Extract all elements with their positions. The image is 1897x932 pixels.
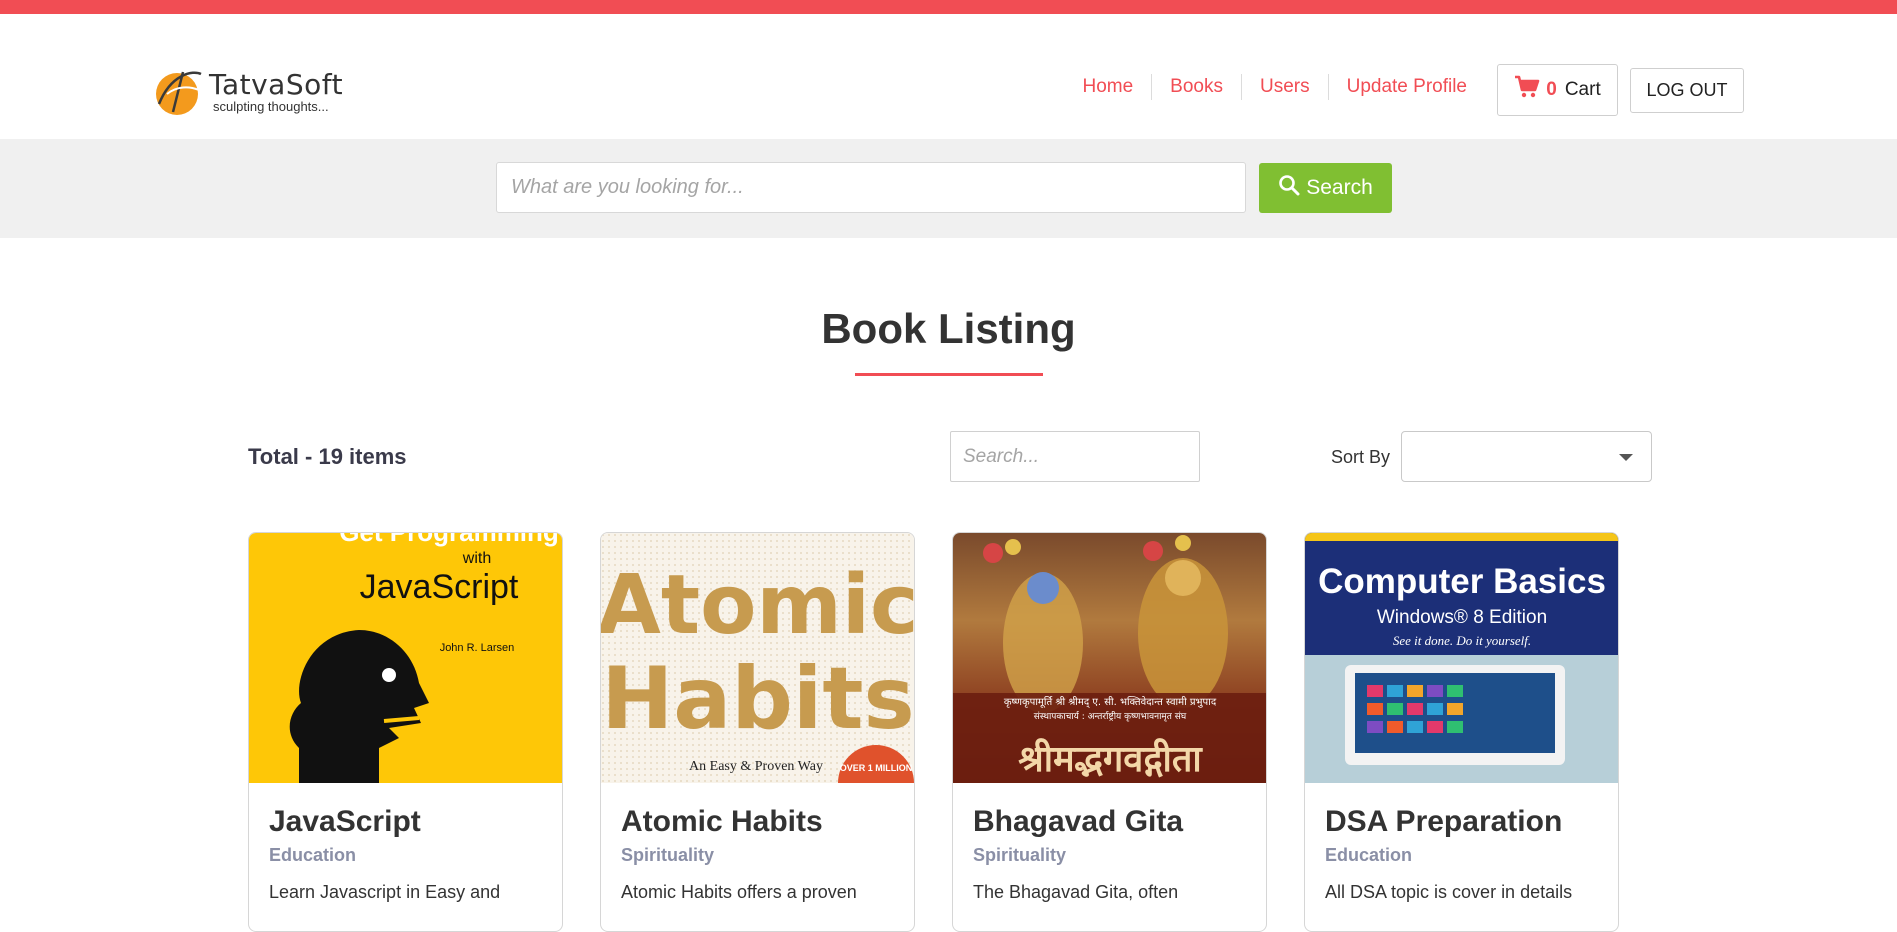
book-cover-image: कृष्णकृपामूर्ति श्री श्रीमद् ए. सी. भक्त… <box>953 533 1266 783</box>
book-title: JavaScript <box>269 805 421 838</box>
global-search-input[interactable] <box>496 162 1246 213</box>
book-description: All DSA topic is cover in details <box>1325 882 1573 902</box>
book-category: Spirituality <box>621 845 715 865</box>
search-band: Search <box>0 139 1897 238</box>
nav-home-link[interactable]: Home <box>1064 74 1151 100</box>
brand-tagline: sculpting thoughts... <box>213 99 329 114</box>
brand-name: TatvaSoft <box>209 68 344 101</box>
cart-label: Cart <box>1564 79 1601 100</box>
book-title: Atomic Habits <box>621 805 823 838</box>
cart-button[interactable]: 0 Cart <box>1497 64 1618 116</box>
top-accent-bar <box>0 0 1897 14</box>
book-cover-image: Get Programming with JavaScript John R. … <box>249 533 562 783</box>
sort-by-select[interactable] <box>1401 431 1652 482</box>
cover-text: JavaScript <box>360 568 519 606</box>
book-card[interactable]: कृष्णकृपामूर्ति श्री श्रीमद् ए. सी. भक्त… <box>952 532 1267 932</box>
listing-search-input[interactable] <box>950 431 1200 482</box>
book-card[interactable]: Atomic Habits An Easy & Proven Way OVER … <box>600 532 915 932</box>
book-card[interactable]: Computer Basics Windows® 8 Edition See i… <box>1304 532 1619 932</box>
tatvasoft-logo-icon <box>153 64 207 118</box>
cover-text: John R. Larsen <box>440 642 515 654</box>
book-category: Education <box>1325 845 1413 865</box>
book-description: The Bhagavad Gita, often <box>973 882 1179 902</box>
search-button-label: Search <box>1306 176 1373 199</box>
search-button[interactable]: Search <box>1259 163 1392 213</box>
cover-text: Get Programming <box>339 533 559 547</box>
book-description: Atomic Habits offers a proven <box>621 882 857 902</box>
book-description: Learn Javascript in Easy and <box>269 882 501 902</box>
cover-text: श्रीमद्भगवद्गीता <box>1018 738 1203 780</box>
cover-text: An Easy & Proven Way <box>689 759 823 774</box>
book-cover-image: Atomic Habits An Easy & Proven Way OVER … <box>601 533 914 783</box>
sort-by-label: Sort By <box>1331 447 1391 467</box>
brand-logo[interactable]: TatvaSoft sculpting thoughts... <box>153 64 343 118</box>
nav-users-link[interactable]: Users <box>1240 74 1328 100</box>
book-category: Education <box>269 845 357 865</box>
book-card-grid: Get Programming with JavaScript John R. … <box>248 532 1619 932</box>
site-header: TatvaSoft sculpting thoughts... Home Boo… <box>0 14 1897 139</box>
cover-badge: OVER 1 MILLION <box>840 763 913 773</box>
listing-toolbar: Total - 19 items Sort By <box>248 430 1652 482</box>
cover-text: कृष्णकृपामूर्ति श्री श्रीमद् ए. सी. भक्त… <box>1004 696 1217 708</box>
cover-text: Windows® 8 Edition <box>1377 607 1547 628</box>
cover-text: संस्थापकाचार्य : अन्तर्राष्ट्रीय कृष्णभा… <box>1034 710 1187 722</box>
book-category: Spirituality <box>973 845 1067 865</box>
search-icon <box>1278 174 1306 202</box>
book-cover-image: Computer Basics Windows® 8 Edition See i… <box>1305 533 1618 783</box>
book-title: Bhagavad Gita <box>973 805 1184 838</box>
cover-text: See it done. Do it yourself. <box>1393 633 1531 648</box>
cart-icon <box>1514 75 1540 105</box>
cover-text: Habits <box>601 649 914 749</box>
page-title: Book Listing <box>821 305 1076 352</box>
cover-text: Computer Basics <box>1318 562 1606 601</box>
total-items-count: Total - 19 items <box>248 444 407 469</box>
cart-count: 0 <box>1546 79 1557 100</box>
book-card[interactable]: Get Programming with JavaScript John R. … <box>248 532 563 932</box>
cover-text: Atomic <box>601 558 914 653</box>
page-title-section: Book Listing <box>0 305 1897 376</box>
book-title: DSA Preparation <box>1325 805 1563 838</box>
nav-books-link[interactable]: Books <box>1151 74 1241 100</box>
title-underline <box>854 373 1043 376</box>
nav-update-profile-link[interactable]: Update Profile <box>1327 74 1477 100</box>
logout-button[interactable]: LOG OUT <box>1630 68 1744 113</box>
chevron-down-icon <box>1619 454 1633 461</box>
main-nav: Home Books Users Update Profile <box>1064 74 1477 100</box>
cover-text: with <box>462 550 491 567</box>
